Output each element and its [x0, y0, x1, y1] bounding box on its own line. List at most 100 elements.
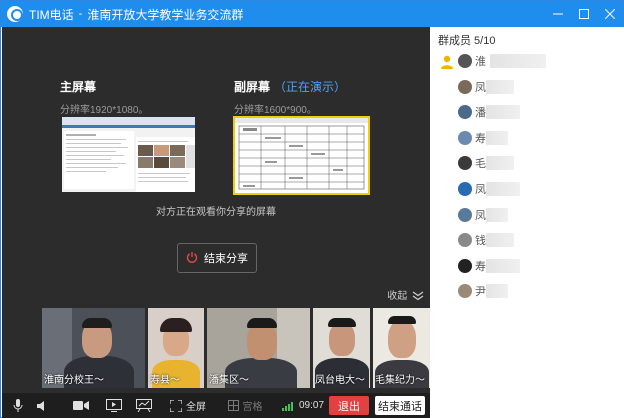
- member-name: 钱: [475, 235, 486, 248]
- member-item[interactable]: 毛: [458, 155, 486, 171]
- double-chevron-down-icon: [412, 291, 424, 301]
- member-avatar: [458, 233, 472, 248]
- member-name-redaction: [486, 233, 514, 248]
- member-panel: 群成员 5/10 淮凤潘寿毛凤凤钱寿尹: [430, 27, 624, 418]
- member-item[interactable]: 凤: [458, 79, 486, 95]
- member-avatar: [458, 105, 472, 120]
- main-screen-thumbnail[interactable]: [62, 117, 195, 192]
- secondary-screen-thumbnail[interactable]: [233, 116, 370, 195]
- member-name: 尹: [475, 286, 486, 299]
- video-label: 凤台电大～: [315, 375, 365, 386]
- member-name-redaction: [486, 284, 508, 299]
- member-name-redaction: [486, 79, 514, 94]
- camera-icon[interactable]: [72, 393, 90, 418]
- member-name: 淮: [475, 56, 486, 68]
- main-screen-title: 主屏幕: [60, 80, 97, 94]
- member-item[interactable]: 凤: [458, 207, 486, 223]
- fullscreen-icon: [170, 399, 182, 412]
- secondary-screen-name: 副屏幕: [234, 80, 271, 94]
- secondary-screen-title: 副屏幕 （正在演示）: [234, 78, 346, 95]
- grid-label: 宫格: [242, 402, 263, 413]
- exit-label: 退出: [338, 400, 360, 413]
- member-avatar: [458, 284, 472, 299]
- screen-share-icon[interactable]: [105, 393, 123, 418]
- tim-call-window: TIM电话 - 淮南开放大学教学业务交流群 主屏幕 分辨率1920*1080。: [0, 0, 624, 418]
- video-tile[interactable]: 寿县～: [148, 308, 204, 388]
- timer-text: 09:07: [298, 400, 325, 411]
- video-tile[interactable]: 潘集区～: [207, 308, 310, 388]
- video-tile[interactable]: 淮南分校王～: [42, 308, 145, 388]
- collapse-label: 收起: [387, 291, 408, 302]
- call-main-area: 主屏幕 分辨率1920*1080。 副屏幕 （正在演示） 分辨率1600*900…: [2, 27, 430, 418]
- close-icon[interactable]: [597, 1, 623, 27]
- member-name-redaction: [486, 130, 508, 145]
- member-avatar: [458, 130, 472, 145]
- title-separator: -: [78, 8, 83, 20]
- member-name-redaction: [486, 105, 520, 120]
- speaker-icon[interactable]: [35, 393, 51, 418]
- grid-icon: [227, 400, 239, 411]
- member-avatar: [458, 258, 472, 273]
- member-name: 潘: [475, 107, 486, 120]
- member-name-redaction: [486, 258, 520, 273]
- member-name: 凤: [475, 81, 486, 94]
- member-avatar: [458, 54, 472, 68]
- member-name: 凤: [475, 209, 486, 222]
- member-item[interactable]: 尹: [458, 283, 486, 299]
- main-screen-info: 主屏幕 分辨率1920*1080。: [60, 78, 148, 116]
- screen-selector: 主屏幕 分辨率1920*1080。 副屏幕 （正在演示） 分辨率1600*900…: [2, 27, 430, 227]
- end-share-label: 结束分享: [204, 253, 248, 265]
- call-timer: 09:07: [280, 393, 326, 418]
- member-avatar: [458, 182, 472, 196]
- microphone-icon[interactable]: [10, 393, 26, 418]
- exit-button[interactable]: 退出: [329, 396, 369, 415]
- member-item[interactable]: 寿: [458, 130, 486, 146]
- member-name: 寿: [475, 260, 486, 273]
- app-name: TIM电话: [29, 7, 74, 22]
- maximize-icon[interactable]: [571, 1, 597, 27]
- members-title: 群成员 5/10: [438, 35, 496, 47]
- member-name: 寿: [475, 132, 486, 145]
- end-call-label: 结束通话: [378, 400, 422, 413]
- end-call-button[interactable]: 结束通话: [375, 396, 425, 415]
- video-tile[interactable]: 凤台电大～: [313, 308, 370, 388]
- video-label: 毛集纪力～: [375, 375, 425, 386]
- video-label: 潘集区～: [209, 375, 249, 386]
- window-controls: [545, 1, 623, 27]
- member-name: 凤: [475, 184, 486, 196]
- member-name-redaction: [486, 156, 514, 171]
- member-avatar: [458, 156, 472, 171]
- video-label: 淮南分校王～: [44, 375, 104, 386]
- member-item[interactable]: 凤: [458, 181, 486, 197]
- member-item[interactable]: 钱: [458, 232, 486, 248]
- video-strip: 淮南分校王～ 寿县～ 潘集区～ 凤台电大～ 毛集纪力～: [42, 308, 430, 388]
- title-bar: TIM电话 - 淮南开放大学教学业务交流群: [1, 1, 623, 27]
- host-icon: [441, 55, 453, 69]
- member-avatar: [458, 207, 472, 222]
- secondary-screen-info: 副屏幕 （正在演示） 分辨率1600*900。: [234, 78, 346, 116]
- minimize-icon[interactable]: [545, 1, 571, 27]
- member-item[interactable]: 寿: [458, 258, 486, 274]
- member-name-redaction: [490, 54, 546, 68]
- member-item[interactable]: 淮: [458, 53, 486, 69]
- member-item[interactable]: 潘: [458, 104, 486, 120]
- member-name-redaction: [486, 182, 520, 196]
- main-screen-resolution: 分辨率1920*1080。: [60, 105, 149, 116]
- collapse-button[interactable]: 收起: [387, 287, 424, 302]
- viewing-status-text: 对方正在观看你分享的屏幕: [156, 207, 276, 218]
- video-label: 寿县～: [150, 375, 180, 386]
- call-toolbar: 全屏 宫格 09:07 退出 结束通话: [2, 393, 430, 418]
- secondary-screen-resolution: 分辨率1600*900。: [234, 105, 317, 116]
- end-share-button[interactable]: 结束分享: [177, 243, 257, 273]
- fullscreen-button[interactable]: 全屏: [167, 393, 209, 418]
- grid-button[interactable]: 宫格: [224, 393, 266, 418]
- video-tile[interactable]: 毛集纪力～: [373, 308, 430, 388]
- group-name: 淮南开放大学教学业务交流群: [87, 7, 244, 22]
- signal-strength-icon: [281, 401, 293, 411]
- member-name-redaction: [486, 207, 508, 222]
- fullscreen-label: 全屏: [186, 402, 206, 413]
- power-icon: [186, 251, 198, 266]
- whiteboard-icon[interactable]: [135, 393, 153, 418]
- presenting-status: （正在演示）: [274, 80, 347, 94]
- member-name: 毛: [475, 158, 486, 171]
